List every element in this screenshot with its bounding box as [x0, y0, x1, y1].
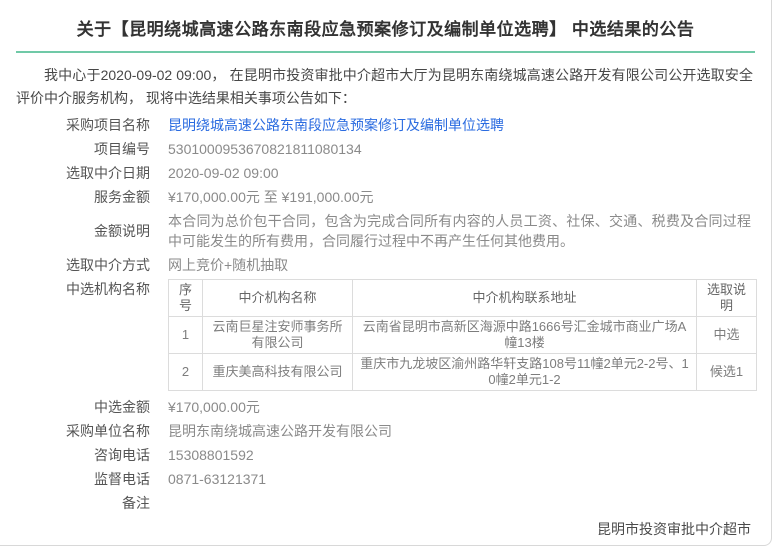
field-label-project-name: 采购项目名称 — [0, 113, 150, 137]
field-label-winning-amount: 中选金额 — [0, 395, 150, 419]
intro-paragraph: 我中心于2020-09-02 09:00， 在昆明市投资审批中介超市大厅为昆明东… — [16, 64, 753, 110]
table-row: 2 重庆美高科技有限公司 重庆市九龙坡区渝州路华轩支路108号11幢2单元2-2… — [169, 354, 757, 391]
field-value-supervision-phone: 0871-63121371 — [168, 467, 771, 491]
cell-agency-address: 云南省昆明市高新区海源中路1666号汇金城市商业广场A幢13楼 — [353, 317, 697, 354]
field-value-service-amount: ¥170,000.00元 至 ¥191,000.00元 — [168, 185, 771, 209]
field-row-remarks: 备注 — [0, 491, 771, 515]
field-label-remarks: 备注 — [0, 491, 150, 515]
cell-selection-note: 候选1 — [697, 354, 757, 391]
field-row-project-name: 采购项目名称 昆明绕城高速公路东南段应急预案修订及编制单位选聘 — [0, 113, 771, 137]
field-value-project-number: 5301000953670821811080134 — [168, 137, 771, 161]
agency-result-table: 序号 中介机构名称 中介机构联系地址 选取说明 1 云南巨星注安师事务所有限公司… — [168, 279, 757, 391]
field-label-selection-method: 选取中介方式 — [0, 253, 150, 277]
cell-selection-note: 中选 — [697, 317, 757, 354]
table-row: 1 云南巨星注安师事务所有限公司 云南省昆明市高新区海源中路1666号汇金城市商… — [169, 317, 757, 354]
field-label-purchaser-name: 采购单位名称 — [0, 419, 150, 443]
field-row-amount-note: 金额说明 本合同为总价包干合同，包含为完成合同所有内容的人员工资、社保、交通、税… — [0, 209, 771, 253]
table-header-agency-address: 中介机构联系地址 — [353, 280, 697, 317]
footer-date: 2020-09-02 — [0, 542, 751, 546]
announcement-card: 关于【昆明绕城高速公路东南段应急预案修订及编制单位选聘】 中选结果的公告 我中心… — [0, 0, 772, 546]
cell-index: 1 — [169, 317, 203, 354]
table-header-row: 序号 中介机构名称 中介机构联系地址 选取说明 — [169, 280, 757, 317]
field-value-winning-amount: ¥170,000.00元 — [168, 395, 771, 419]
field-row-purchaser-name: 采购单位名称 昆明东南绕城高速公路开发有限公司 — [0, 419, 771, 443]
cell-agency-name: 重庆美高科技有限公司 — [203, 354, 353, 391]
field-list: 采购项目名称 昆明绕城高速公路东南段应急预案修订及编制单位选聘 项目编号 530… — [0, 113, 771, 515]
field-value-selection-method: 网上竞价+随机抽取 — [168, 253, 771, 277]
field-row-supervision-phone: 监督电话 0871-63121371 — [0, 467, 771, 491]
field-value-inquiry-phone: 15308801592 — [168, 443, 771, 467]
footer-org: 昆明市投资审批中介超市 — [0, 517, 751, 542]
field-value-amount-note: 本合同为总价包干合同，包含为完成合同所有内容的人员工资、社保、交通、税费及合同过… — [168, 209, 771, 253]
cell-agency-address: 重庆市九龙坡区渝州路华轩支路108号11幢2单元2-2号、10幢2单元1-2 — [353, 354, 697, 391]
field-row-selection-method: 选取中介方式 网上竞价+随机抽取 — [0, 253, 771, 277]
field-label-supervision-phone: 监督电话 — [0, 467, 150, 491]
cell-index: 2 — [169, 354, 203, 391]
field-label-amount-note: 金额说明 — [0, 219, 150, 243]
field-label-selection-date: 选取中介日期 — [0, 161, 150, 185]
table-header-selection-note: 选取说明 — [697, 280, 757, 317]
field-value-purchaser-name: 昆明东南绕城高速公路开发有限公司 — [168, 419, 771, 443]
cell-agency-name: 云南巨星注安师事务所有限公司 — [203, 317, 353, 354]
field-label-selected-agencies: 中选机构名称 — [0, 277, 150, 301]
project-name-link[interactable]: 昆明绕城高速公路东南段应急预案修订及编制单位选聘 — [168, 117, 504, 133]
field-row-winning-amount: 中选金额 ¥170,000.00元 — [0, 395, 771, 419]
field-label-service-amount: 服务金额 — [0, 185, 150, 209]
table-header-agency-name: 中介机构名称 — [203, 280, 353, 317]
page-title: 关于【昆明绕城高速公路东南段应急预案修订及编制单位选聘】 中选结果的公告 — [0, 0, 771, 51]
field-row-service-amount: 服务金额 ¥170,000.00元 至 ¥191,000.00元 — [0, 185, 771, 209]
table-header-index: 序号 — [169, 280, 203, 317]
field-row-inquiry-phone: 咨询电话 15308801592 — [0, 443, 771, 467]
field-row-selection-date: 选取中介日期 2020-09-02 09:00 — [0, 161, 771, 185]
field-label-project-number: 项目编号 — [0, 137, 150, 161]
footer-signature: 昆明市投资审批中介超市 2020-09-02 — [0, 517, 751, 546]
title-divider — [16, 51, 755, 53]
field-row-selected-agencies: 中选机构名称 序号 中介机构名称 中介机构联系地址 选取说明 — [0, 277, 771, 395]
field-label-inquiry-phone: 咨询电话 — [0, 443, 150, 467]
field-row-project-number: 项目编号 5301000953670821811080134 — [0, 137, 771, 161]
field-value-selection-date: 2020-09-02 09:00 — [168, 161, 771, 185]
